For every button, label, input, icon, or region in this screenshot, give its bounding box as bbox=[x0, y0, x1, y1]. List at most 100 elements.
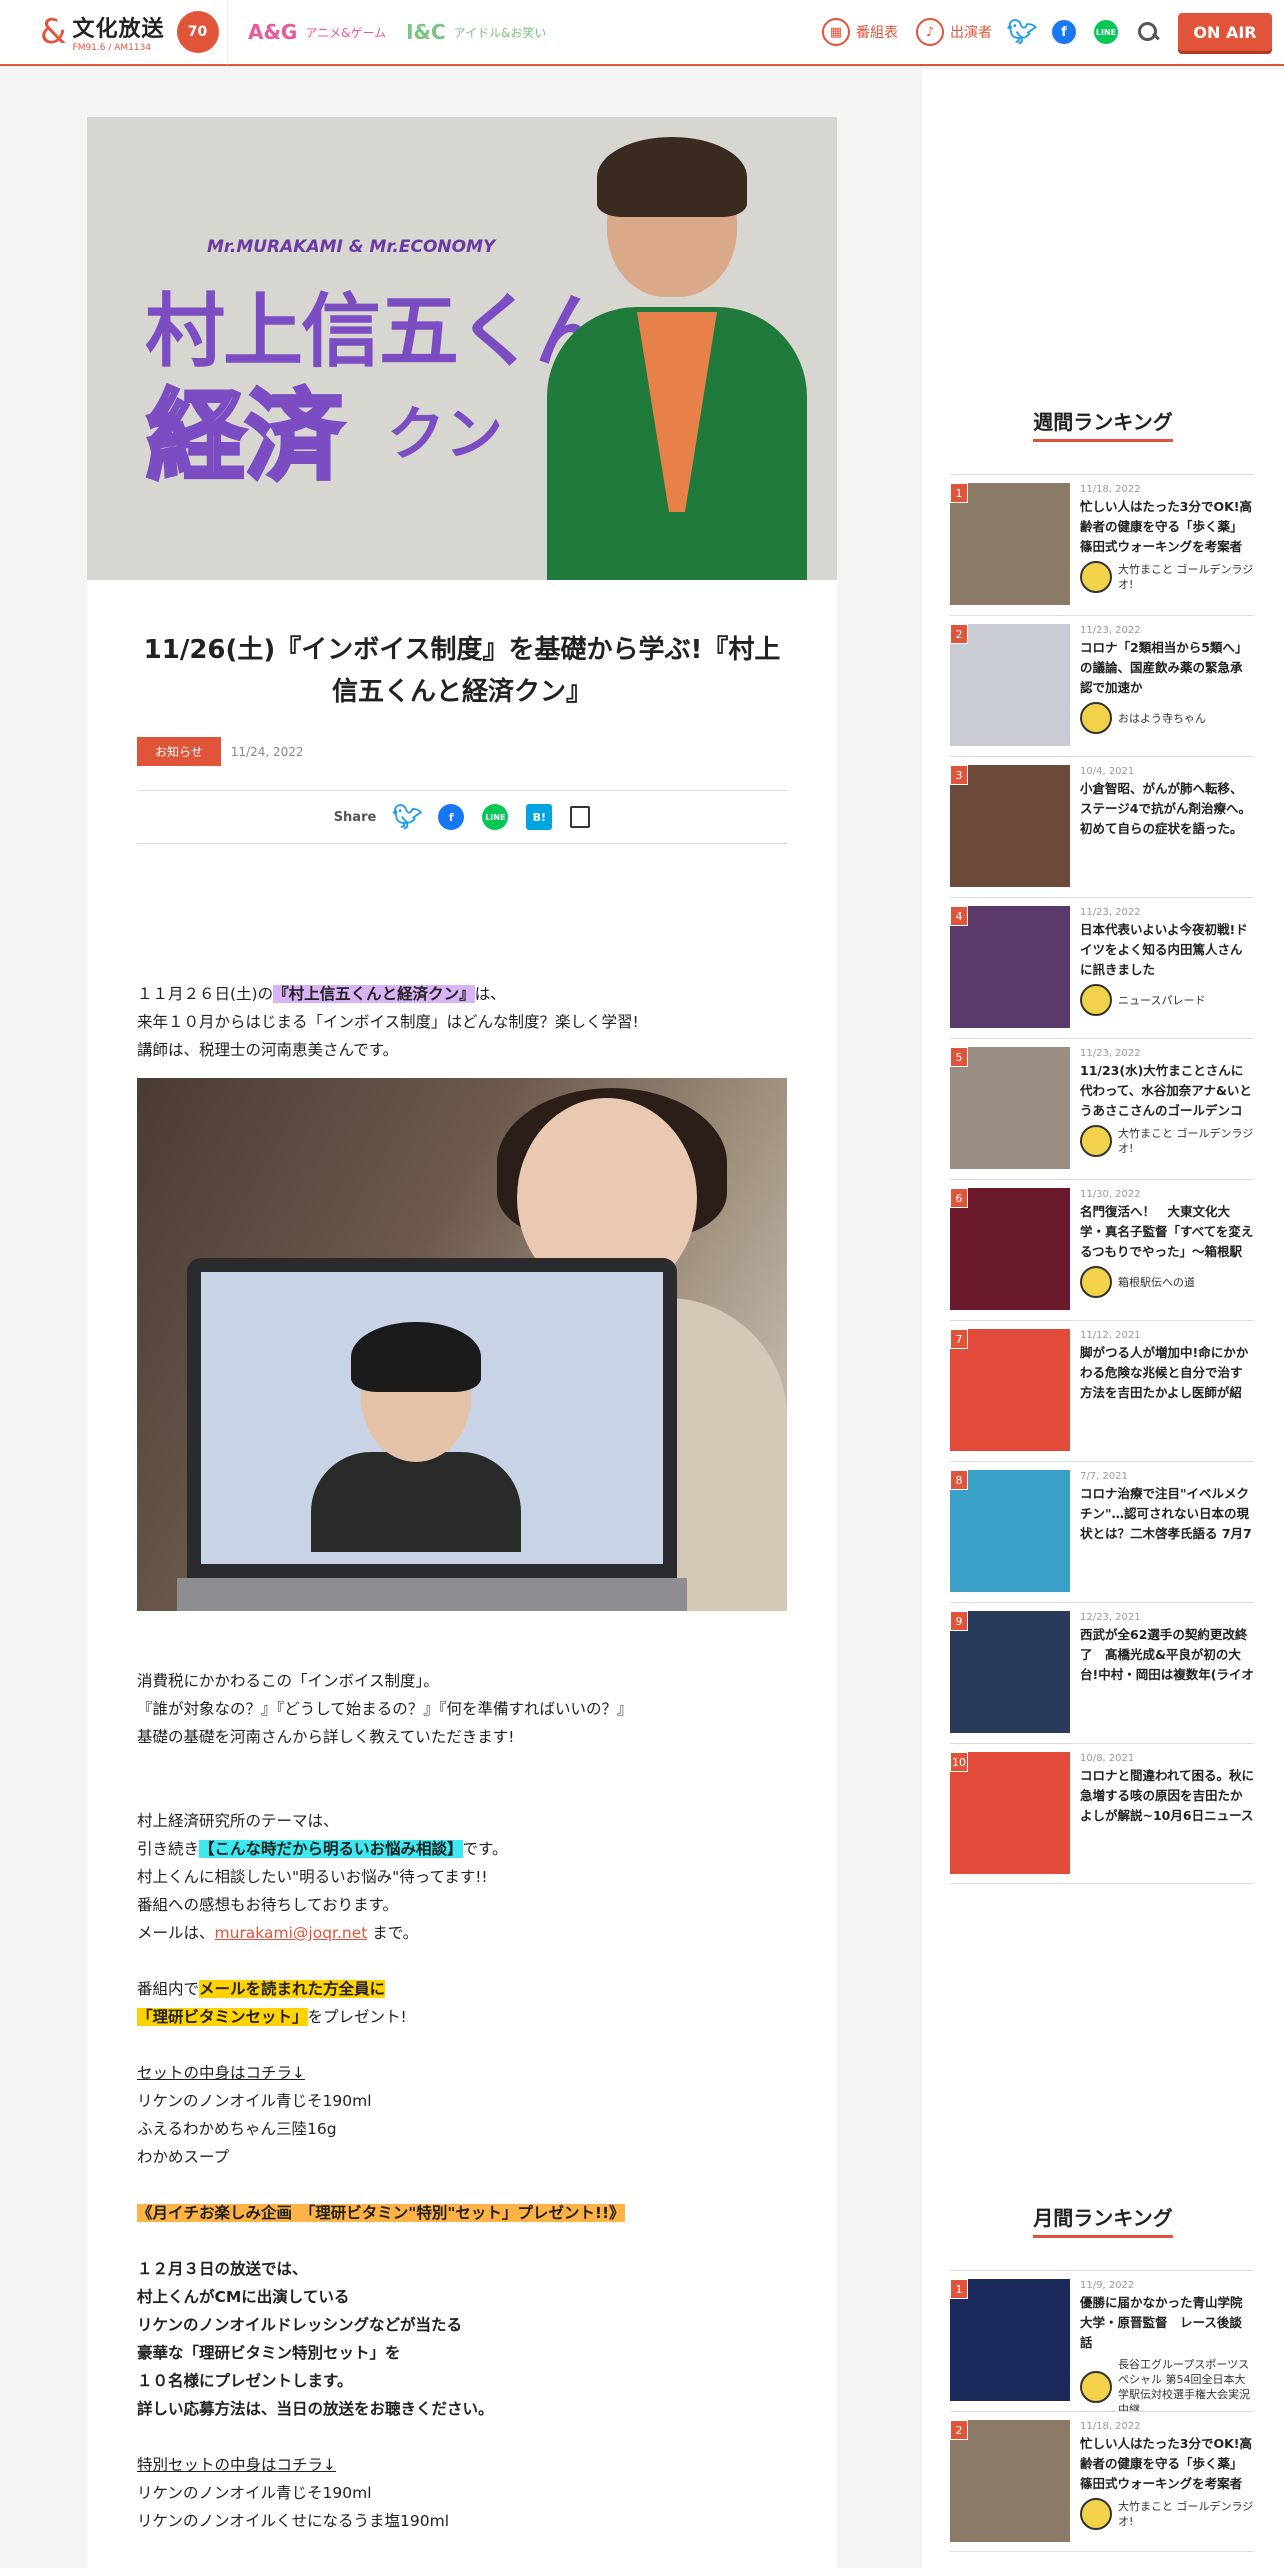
rank-number: 8 bbox=[950, 1470, 968, 1490]
ranking-source: ニュースパレード bbox=[1080, 984, 1254, 1016]
logo-subtext: FM91.6 / AM1134 bbox=[72, 43, 152, 53]
ranking-source: 長谷工グループスポーツスペシャル 第54回全日本大学駅伝対校選手権大会実況中継 bbox=[1080, 2357, 1254, 2411]
share-line-icon[interactable]: LINE bbox=[482, 804, 509, 831]
ranking-item[interactable]: 9 12/23, 2021 西武が全62選手の契約更改終了 髙橋光成&平良が初の大台… bbox=[950, 1602, 1254, 1743]
ranking-date: 11/23, 2022 bbox=[1080, 625, 1141, 636]
ranking-thumbnail: 1 bbox=[950, 483, 1070, 605]
ranking-title: 11/23(水)大竹まことさんに代わって、水谷加奈アナ&いとうあさこさんのゴール… bbox=[1080, 1063, 1252, 1118]
ranking-source-label: 大竹まこと ゴールデンラジオ! bbox=[1118, 563, 1254, 591]
paragraph: 『誰が対象なの？』『どうして始まるの？』『何を準備すればいいの？』 bbox=[137, 1700, 633, 1719]
logo-mark-icon: & bbox=[40, 12, 67, 52]
paragraph: 消費税にかかわるこの「インボイス制度」。 bbox=[137, 1672, 439, 1691]
program-icon bbox=[1080, 561, 1112, 593]
ranking-source: 箱根駅伝への道 bbox=[1080, 1266, 1254, 1298]
share-twitter-icon[interactable]: 🐦︎ bbox=[392, 803, 422, 831]
paragraph: リケンのノンオイル青じそ190ml bbox=[137, 2092, 372, 2111]
copy-link-icon[interactable] bbox=[570, 806, 591, 829]
header-nav: ▦ 番組表 ♪ 出演者 🐦︎ f LINE ON AIR bbox=[822, 13, 1284, 51]
rank-number: 2 bbox=[950, 624, 968, 644]
ranking-item[interactable]: 5 11/23, 2022 11/23(水)大竹まことさんに代わって、水谷加奈アナ&… bbox=[950, 1038, 1254, 1179]
on-air-button[interactable]: ON AIR bbox=[1178, 13, 1272, 51]
monthly-ranking-list: 1 11/9, 2022 優勝に届かなかった青山学院大学・原晋監督 レース後談話 長谷… bbox=[950, 2270, 1254, 2552]
ranking-item[interactable]: 3 10/4, 2021 小倉智昭、がんが肺へ転移、ステージ4で抗がん剤治療へ。初め… bbox=[950, 756, 1254, 897]
paragraph: リケンのノンオイルドレッシングなどが当たる bbox=[137, 2316, 463, 2335]
ranking-item[interactable]: 6 11/30, 2022 名門復活へ！ 大東文化大学・真名子監督「すべてを変えるつ… bbox=[950, 1179, 1254, 1320]
line-icon[interactable]: LINE bbox=[1094, 20, 1118, 44]
category-tag[interactable]: お知らせ bbox=[137, 737, 221, 767]
article-date: 11/24, 2022 bbox=[230, 744, 304, 759]
share-hatena-icon[interactable]: B! bbox=[526, 804, 553, 831]
ranking-date: 11/18, 2022 bbox=[1080, 2421, 1141, 2432]
ranking-source: 大竹まこと ゴールデンラジオ! bbox=[1080, 2498, 1254, 2530]
rank-number: 7 bbox=[950, 1329, 968, 1349]
paragraph: 基礎の基礎を河南さんから詳しく教えていただきます! bbox=[137, 1728, 515, 1747]
ranking-thumbnail: 7 bbox=[950, 1329, 1070, 1451]
ranking-item[interactable]: 1 11/9, 2022 優勝に届かなかった青山学院大学・原晋監督 レース後談話 長谷… bbox=[950, 2270, 1254, 2411]
section-link-anime-game[interactable]: A&G アニメ&ゲーム bbox=[248, 20, 386, 44]
rank-number: 1 bbox=[950, 2279, 968, 2299]
section-label: アイドル&お笑い bbox=[453, 25, 547, 40]
hero-subtitle: Mr.MURAKAMI & Mr.ECONOMY bbox=[207, 237, 496, 257]
ranking-title: コロナ「2類相当から5類へ」の議論、国産飲み薬の緊急承認で加速か bbox=[1080, 640, 1248, 695]
ranking-item[interactable]: 8 7/7, 2021 コロナ治療で注目"イベルメクチン"…認可されない日本の現状と… bbox=[950, 1461, 1254, 1602]
ranking-source: おはよう寺ちゃん bbox=[1080, 702, 1254, 734]
email-link[interactable]: murakami@joqr.net bbox=[215, 1924, 368, 1942]
ranking-thumbnail: 9 bbox=[950, 1611, 1070, 1733]
section-link-idol-comedy[interactable]: I&C アイドル&お笑い bbox=[406, 20, 546, 44]
twitter-icon[interactable]: 🐦︎ bbox=[1007, 18, 1037, 46]
paragraph: 引き続き【こんな時だから明るいお悩み相談】です。 bbox=[137, 1840, 508, 1859]
rank-number: 6 bbox=[950, 1188, 968, 1208]
paragraph: 番組内でメールを読まれた方全員に bbox=[137, 1980, 386, 1999]
ranking-source-label: 長谷工グループスポーツスペシャル 第54回全日本大学駅伝対校選手権大会実況中継 bbox=[1118, 2358, 1250, 2411]
share-facebook-icon[interactable]: f bbox=[438, 804, 465, 831]
ranking-item[interactable]: 2 11/23, 2022 コロナ「2類相当から5類へ」の議論、国産飲み薬の緊急承認… bbox=[950, 615, 1254, 756]
microphone-icon: ♪ bbox=[916, 18, 944, 46]
paragraph: わかめスープ bbox=[137, 2148, 230, 2167]
ranking-item[interactable]: 4 11/23, 2022 日本代表いよいよ今夜初戦!ドイツをよく知る内田篤人さんに… bbox=[950, 897, 1254, 1038]
nav-schedule[interactable]: ▦ 番組表 bbox=[822, 18, 898, 46]
site-logo[interactable]: & 文化放送 FM91.6 / AM1134 70 bbox=[0, 0, 228, 65]
section-badge: I&C bbox=[406, 20, 446, 44]
ranking-date: 10/4, 2021 bbox=[1080, 766, 1135, 777]
logo-text: 文化放送 bbox=[72, 17, 165, 42]
paragraph: １１月２６日(土)の『村上信五くんと経済クン』は、 bbox=[137, 985, 506, 1004]
ranking-item[interactable]: 2 11/18, 2022 忙しい人はたった3分でOK!高齢者の健康を守る「歩く薬」… bbox=[950, 2411, 1254, 2552]
ranking-thumbnail: 1 bbox=[950, 2279, 1070, 2401]
highlight-set-name: 「理研ビタミンセット」 bbox=[137, 2008, 308, 2027]
rank-number: 9 bbox=[950, 1611, 968, 1631]
ranking-item[interactable]: 7 11/12, 2021 脚がつる人が増加中!命にかかわる危険な兆候と自分で治す方… bbox=[950, 1320, 1254, 1461]
paragraph: 詳しい応募方法は、当日の放送をお聴きください。 bbox=[137, 2400, 494, 2419]
paragraph: １０名様にプレゼントします。 bbox=[137, 2372, 353, 2391]
weekly-ranking-list: 1 11/18, 2022 忙しい人はたった3分でOK!高齢者の健康を守る「歩く薬」… bbox=[950, 474, 1254, 1884]
search-icon[interactable] bbox=[1136, 20, 1160, 44]
ranking-source: 大竹まこと ゴールデンラジオ! bbox=[1080, 1125, 1254, 1157]
paragraph: 《月イチお楽しみ企画 「理研ビタミン"特別"セット」プレゼント!!》 bbox=[137, 2199, 787, 2227]
rank-number: 5 bbox=[950, 1047, 968, 1067]
ranking-thumbnail: 5 bbox=[950, 1047, 1070, 1169]
paragraph: １２月３日の放送では、 bbox=[137, 2260, 308, 2279]
anniversary-badge: 70 bbox=[176, 11, 219, 53]
paragraph: リケンのノンオイル青じそ190ml bbox=[137, 2484, 372, 2503]
paragraph: 番組への感想もお待ちしております。 bbox=[137, 1896, 399, 1915]
program-icon bbox=[1080, 984, 1112, 1016]
ranking-thumbnail: 2 bbox=[950, 624, 1070, 746]
ranking-title: 小倉智昭、がんが肺へ転移、ステージ4で抗がん剤治療へ。初めて自らの症状を語った。… bbox=[1080, 781, 1251, 836]
paragraph: 村上経済研究所のテーマは、 bbox=[137, 1812, 339, 1831]
ranking-item[interactable]: 1 11/18, 2022 忙しい人はたった3分でOK!高齢者の健康を守る「歩く薬」… bbox=[950, 474, 1254, 615]
ranking-date: 11/23, 2022 bbox=[1080, 907, 1141, 918]
ranking-source-label: 箱根駅伝への道 bbox=[1118, 1275, 1195, 1289]
ranking-source-label: 大竹まこと ゴールデンラジオ! bbox=[1118, 1127, 1254, 1155]
hero-title-line2: 経済 bbox=[145, 378, 345, 496]
monthly-ranking-heading: 月間ランキング bbox=[922, 2202, 1284, 2238]
paragraph: 村上くんがCMに出演している bbox=[137, 2288, 350, 2307]
paragraph: メールは、murakami@joqr.net まで。 bbox=[137, 1924, 419, 1943]
share-bar: Share 🐦︎ f LINE B! bbox=[137, 790, 787, 845]
guest-photo bbox=[137, 1078, 787, 1612]
ranking-title: 名門復活へ！ 大東文化大学・真名子監督「すべてを変えるつもりでやった」～箱根駅伝… bbox=[1080, 1204, 1254, 1259]
nav-cast[interactable]: ♪ 出演者 bbox=[916, 18, 992, 46]
facebook-icon[interactable]: f bbox=[1052, 20, 1076, 44]
ranking-date: 11/12, 2021 bbox=[1080, 1330, 1141, 1341]
ranking-item[interactable]: 10 10/8, 2021 コロナと間違われて困る。秋に急増する咳の原因を吉田たかよ… bbox=[950, 1743, 1254, 1884]
nav-schedule-label: 番組表 bbox=[856, 25, 898, 41]
paragraph: 来年１０月からはじまる「インボイス制度」はどんな制度？楽しく学習! bbox=[137, 1013, 639, 1032]
